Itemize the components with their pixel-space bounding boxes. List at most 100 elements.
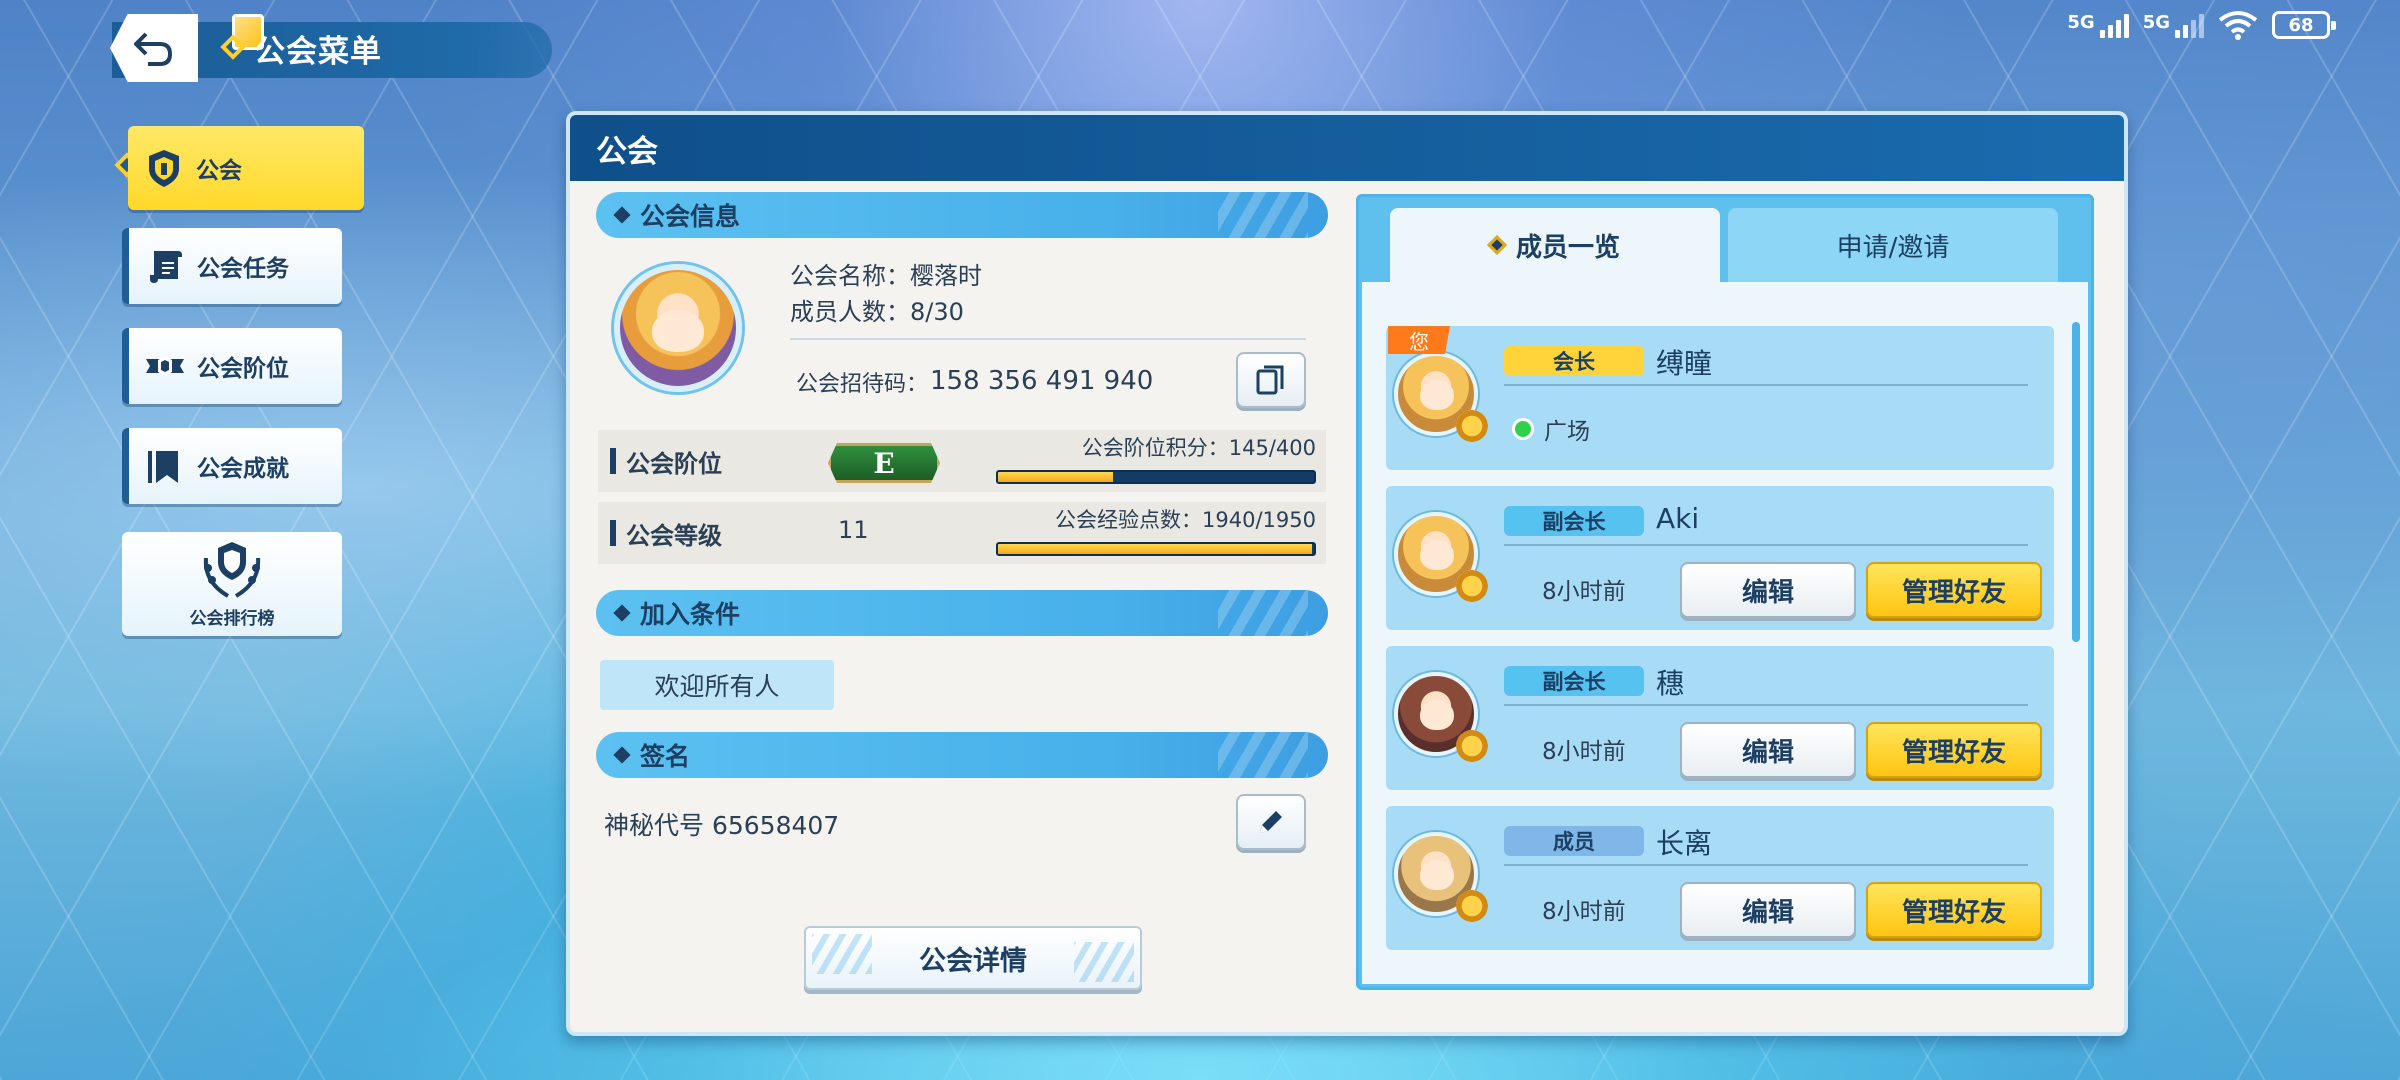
crest-icon [1456,730,1488,762]
system-status-bar: 5G 5G 68 [2067,10,2336,40]
sidebar-item-label: 公会 [196,158,242,184]
sidebar-item-label: 公会成就 [197,456,289,482]
online-status: 广场 [1512,412,1590,446]
role-tag: 副会长 [1504,506,1644,536]
rank-points-bar [996,470,1316,484]
diamond-icon [613,746,631,764]
tab-requests-invites[interactable]: 申请/邀请 [1728,208,2058,282]
sidebar-item-guild-rank[interactable]: 公会阶位 [122,328,342,404]
join-condition-chip: 欢迎所有人 [600,660,834,710]
sidebar-item-guild-quests[interactable]: 公会任务 [122,228,342,304]
role-tag: 会长 [1504,346,1644,376]
diamond-icon [613,604,631,622]
cellular-signal-icon: 5G [2067,12,2129,38]
signature-text: 神秘代号 65658407 [604,811,840,840]
sidebar-item-guild-achievements[interactable]: 公会成就 [122,428,342,504]
sidebar-item-guild[interactable]: 公会 [128,126,364,210]
rank-points-fill [998,472,1113,482]
menu-title: 公会菜单 [254,34,382,70]
laurel-shield-icon [203,542,261,598]
sidebar-item-label: 公会排行榜 [189,609,275,629]
rank-label: 公会阶位 [626,449,722,478]
edit-button[interactable]: 编辑 [1680,882,1856,938]
panel-title: 公会 [570,115,2124,181]
battery-icon: 68 [2272,11,2336,39]
invite-code-value: 158 356 491 940 [930,366,1154,396]
sidebar-item-guild-leaderboard[interactable]: 公会排行榜 [122,532,342,636]
tab-member-list[interactable]: 成员一览 [1390,208,1720,282]
guild-level-row: 公会等级 11 公会经验点数：1940/1950 [598,502,1326,564]
button-label: 公会详情 [919,945,1027,977]
member-name: 缚瞳 [1656,347,1713,380]
online-dot-icon [1512,418,1534,440]
wifi-icon [2218,10,2258,40]
rank-points-caption: 公会阶位积分：145/400 [1081,436,1316,460]
back-button[interactable] [110,14,198,82]
member-name: 长离 [1656,827,1713,860]
last-online-text: 8小时前 [1542,899,1626,925]
rank-emblem-icon [143,344,187,388]
exp-fill [998,544,1313,554]
member-row[interactable]: 会长 缚瞳 广场 [1386,326,2054,470]
guild-rank-row: 公会阶位 E 公会阶位积分：145/400 [598,430,1326,492]
tab-label: 成员一览 [1515,232,1620,263]
last-online-text: 8小时前 [1542,739,1626,765]
divider [1504,384,2028,386]
crest-icon [1456,890,1488,922]
invite-code-label: 公会招待码： [796,372,929,397]
exp-caption: 公会经验点数：1940/1950 [1055,508,1316,532]
battery-level: 68 [2288,14,2314,36]
sidebar-item-label: 公会阶位 [197,356,289,382]
you-badge: 您 [1388,326,1450,354]
sidebar-item-label: 公会任务 [197,256,289,282]
section-title: 公会信息 [640,202,741,231]
section-title: 签名 [640,742,691,771]
section-title: 加入条件 [640,600,741,629]
scroll-icon [143,244,187,288]
guild-info-header: 公会信息 [596,192,1328,238]
copy-invite-code-button[interactable] [1236,352,1306,408]
edit-signature-button[interactable] [1236,794,1306,850]
guild-name-text: 公会名称：樱落时 [790,262,982,290]
manage-friend-button[interactable]: 管理好友 [1866,562,2042,618]
tab-label: 申请/邀请 [1836,232,1950,263]
join-conditions-header: 加入条件 [596,590,1328,636]
guild-shield-icon [142,146,186,190]
last-online-text: 8小时前 [1542,579,1626,605]
member-name: Aki [1656,502,1700,535]
divider [790,338,1306,340]
guild-member-count: 成员人数：8/30 [790,298,964,326]
edit-button[interactable]: 编辑 [1680,562,1856,618]
bookmark-icon [143,444,187,488]
guild-avatar [614,264,742,392]
crest-icon [1456,410,1488,442]
diamond-icon [1487,235,1507,255]
status-text: 广场 [1544,419,1590,445]
edit-button[interactable]: 编辑 [1680,722,1856,778]
manage-friend-button[interactable]: 管理好友 [1866,882,2042,938]
member-name: 穗 [1656,667,1685,700]
rank-badge: E [828,443,940,483]
back-arrow-icon [134,32,173,66]
member-row[interactable]: 副会长 穗 8小时前 编辑 管理好友 [1386,646,2054,790]
crest-icon [1456,570,1488,602]
level-value: 11 [838,516,869,544]
diamond-icon [613,206,631,224]
pencil-icon [1260,811,1282,833]
member-row[interactable]: 成员 长离 8小时前 编辑 管理好友 [1386,806,2054,950]
divider [1504,704,2028,706]
level-label: 公会等级 [626,521,722,550]
member-row[interactable]: 副会长 Aki 8小时前 编辑 管理好友 [1386,486,2054,630]
manage-friend-button[interactable]: 管理好友 [1866,722,2042,778]
role-tag: 成员 [1504,826,1644,856]
divider [1504,864,2028,866]
role-tag: 副会长 [1504,666,1644,696]
signature-header: 签名 [596,732,1328,778]
signal-label: 5G [2142,12,2170,33]
exp-bar [996,542,1316,556]
member-list-scrollbar[interactable] [2072,322,2080,642]
guild-details-button[interactable]: 公会详情 [804,926,1142,990]
signal-label: 5G [2067,12,2095,33]
cellular-signal-icon: 5G [2143,12,2204,38]
divider [1504,544,2028,546]
